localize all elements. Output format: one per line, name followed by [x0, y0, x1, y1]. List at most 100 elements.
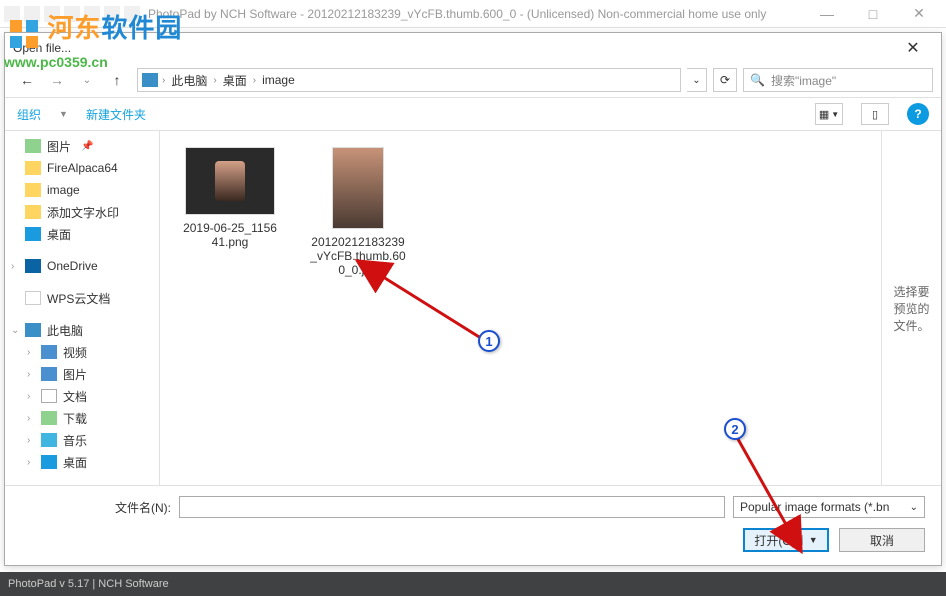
dialog-title: Open file...	[13, 41, 893, 55]
nav-back-button[interactable]: ←	[13, 68, 41, 92]
breadcrumb-root[interactable]: 此电脑	[169, 72, 209, 89]
open-button[interactable]: 打开(O)▼	[743, 528, 829, 552]
tree-item[interactable]: 图片 📌	[5, 135, 159, 157]
expand-icon[interactable]: ›	[27, 347, 30, 358]
toolbar-icon[interactable]	[84, 6, 100, 22]
refresh-button[interactable]: ⟳	[713, 68, 737, 92]
folder-green-icon	[25, 139, 41, 153]
folder-icon	[25, 161, 41, 175]
minimize-button[interactable]: —	[804, 0, 850, 28]
annotation-badge-2: 2	[724, 418, 746, 440]
toolbar-icon[interactable]	[104, 6, 120, 22]
nav-forward-button[interactable]: →	[43, 68, 71, 92]
preview-pane: 选择要预览的文件。	[881, 131, 941, 485]
search-input[interactable]: 🔍 搜索"image"	[743, 68, 933, 92]
tree-item[interactable]: › 图片	[5, 363, 159, 385]
organize-menu[interactable]: 组织	[17, 106, 41, 123]
folder-icon	[25, 183, 41, 197]
folder-tree[interactable]: 图片 📌 FireAlpaca64 image 添加文字水印桌面 › OneDrive WPS…	[5, 131, 160, 485]
tree-item-label: 文档	[63, 388, 87, 405]
help-button[interactable]: ?	[907, 103, 929, 125]
tree-item-label: FireAlpaca64	[47, 161, 118, 175]
preview-placeholder: 选择要预览的文件。	[890, 283, 933, 334]
tree-item[interactable]: FireAlpaca64	[5, 157, 159, 179]
tree-item[interactable]: ›视频	[5, 341, 159, 363]
tree-item[interactable]: ⌄ 此电脑	[5, 319, 159, 341]
filter-text: Popular image formats (*.bn	[740, 500, 889, 514]
maximize-button[interactable]: □	[850, 0, 896, 28]
file-name: 20120212183239_vYcFB.thumb.600_0.jpg	[308, 235, 408, 277]
doc-icon	[41, 389, 57, 403]
filename-input[interactable]	[179, 496, 725, 518]
tree-item-label: 下载	[63, 410, 87, 427]
toolbar-icon[interactable]	[64, 6, 80, 22]
expand-icon[interactable]: ›	[27, 391, 30, 402]
file-list[interactable]: 2019-06-25_115641.png 20120212183239_vYc…	[160, 131, 881, 485]
file-name: 2019-06-25_115641.png	[180, 221, 280, 249]
tree-item[interactable]: › 音乐	[5, 429, 159, 451]
tree-item-label: 此电脑	[47, 322, 83, 339]
expand-icon[interactable]: ›	[27, 369, 30, 380]
tree-item[interactable]: WPS云文档	[5, 287, 159, 309]
chevron-down-icon[interactable]: ▼	[802, 535, 818, 545]
chevron-right-icon[interactable]: ›	[162, 75, 165, 86]
file-item[interactable]: 20120212183239_vYcFB.thumb.600_0.jpg	[308, 147, 408, 277]
toolbar-icon[interactable]	[44, 6, 60, 22]
close-button[interactable]: ✕	[896, 0, 942, 28]
app-titlebar: PhotoPad by NCH Software - 2012021218323…	[0, 0, 946, 28]
tree-item[interactable]: › 文档	[5, 385, 159, 407]
toolbar-icon[interactable]	[4, 6, 20, 22]
onedrive-icon	[25, 259, 41, 273]
filename-label: 文件名(N):	[21, 499, 171, 516]
expand-icon[interactable]: ›	[11, 261, 14, 272]
tree-item[interactable]: ›桌面	[5, 451, 159, 473]
app-title: PhotoPad by NCH Software - 2012021218323…	[148, 7, 804, 21]
cancel-button[interactable]: 取消	[839, 528, 925, 552]
folder-icon	[25, 205, 41, 219]
dl-icon	[41, 411, 57, 425]
tree-item-label: 图片	[47, 138, 71, 155]
tree-item-label: WPS云文档	[47, 290, 110, 307]
view-mode-button[interactable]: ▦ ▼	[815, 103, 843, 125]
chevron-right-icon[interactable]: ›	[253, 75, 256, 86]
search-icon: 🔍	[750, 73, 765, 87]
wps-icon	[25, 291, 41, 305]
nav-history-button[interactable]: ⌄	[73, 68, 101, 92]
tree-item[interactable]: › 下载	[5, 407, 159, 429]
preview-pane-button[interactable]: ▯	[861, 103, 889, 125]
toolbar-icon[interactable]	[24, 6, 40, 22]
dialog-close-button[interactable]: ✕	[893, 38, 933, 58]
open-file-dialog: Open file... ✕ ← → ⌄ ↑ › 此电脑 › 桌面 › imag…	[4, 32, 942, 566]
tree-item[interactable]: › OneDrive	[5, 255, 159, 277]
expand-icon[interactable]: ›	[27, 435, 30, 446]
address-dropdown[interactable]: ⌄	[687, 68, 707, 92]
address-bar[interactable]: › 此电脑 › 桌面 › image	[137, 68, 681, 92]
breadcrumb-item[interactable]: 桌面	[221, 72, 249, 89]
tree-item-label: 音乐	[63, 432, 87, 449]
file-type-filter[interactable]: Popular image formats (*.bn ⌄	[733, 496, 925, 518]
file-item[interactable]: 2019-06-25_115641.png	[180, 147, 280, 249]
search-placeholder: 搜索"image"	[771, 72, 836, 89]
nav-up-button[interactable]: ↑	[103, 68, 131, 92]
new-folder-button[interactable]: 新建文件夹	[86, 106, 146, 123]
file-thumbnail	[185, 147, 275, 215]
tree-item-label: image	[47, 183, 80, 197]
tree-item-label: OneDrive	[47, 259, 98, 273]
tree-item[interactable]: image	[5, 179, 159, 201]
desktop-icon	[41, 455, 57, 469]
chevron-down-icon: ▼	[59, 109, 68, 119]
annotation-badge-1: 1	[478, 330, 500, 352]
tree-item[interactable]: 桌面	[5, 223, 159, 245]
tree-item[interactable]: 添加文字水印	[5, 201, 159, 223]
status-bar: PhotoPad v 5.17 | NCH Software	[0, 572, 946, 596]
toolbar-icon[interactable]	[124, 6, 140, 22]
expand-icon[interactable]: ›	[27, 413, 30, 424]
expand-icon[interactable]: ›	[27, 457, 30, 468]
tree-item-label: 桌面	[47, 226, 71, 243]
expand-icon[interactable]: ⌄	[11, 325, 19, 336]
tree-item-label: 图片	[63, 366, 87, 383]
chevron-down-icon: ⌄	[910, 502, 918, 513]
pin-icon: 📌	[81, 141, 93, 152]
chevron-right-icon[interactable]: ›	[213, 75, 216, 86]
breadcrumb-item[interactable]: image	[260, 73, 297, 87]
